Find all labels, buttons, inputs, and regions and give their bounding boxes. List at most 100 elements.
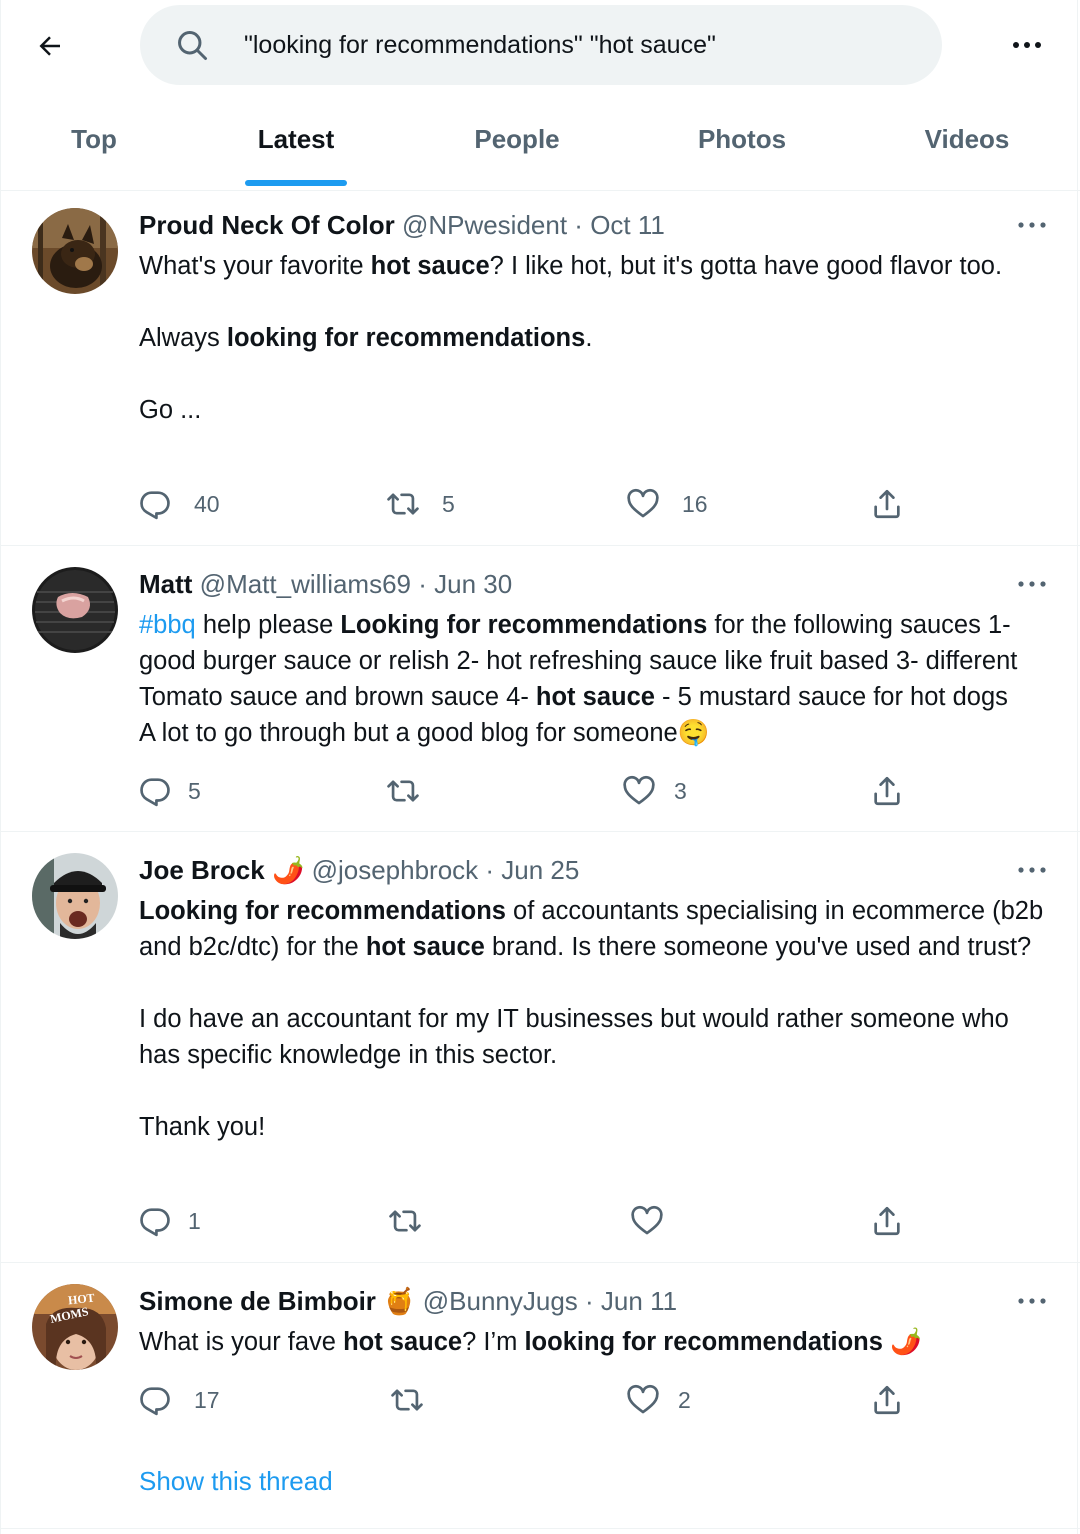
separator-dot: · [478,855,502,885]
like-button[interactable]: 2 [626,1380,691,1420]
share-button[interactable] [870,484,904,524]
reply-button[interactable]: 40 [138,484,220,524]
like-icon [627,1384,659,1414]
tab-people[interactable]: People [452,100,582,190]
back-button[interactable] [28,24,72,68]
highlight-term: hot sauce [343,1328,463,1356]
highlight-term: hot sauce [365,933,485,961]
tweet-header: Joe Brock 🌶️ @josephbrock · Jun 25 [139,855,579,886]
tweet-more-button[interactable] [1010,569,1054,599]
tweet-more-button[interactable] [1010,210,1054,240]
retweet-count: 5 [442,490,455,517]
tweet[interactable]: Proud Neck Of Color @NPwesident · Oct 11… [0,190,1080,546]
dog-photo [32,208,118,294]
tweet-text: What's your favorite hot sauce? I like h… [139,248,1044,428]
tweet-text: Looking for recommendations of accountan… [139,893,1044,1145]
author-name[interactable]: Matt [139,569,192,599]
tweet-date[interactable]: Jun 30 [434,569,512,599]
avatar[interactable]: HOT MOMS [32,1284,118,1370]
like-button[interactable]: 3 [622,771,687,811]
tweet[interactable]: Matt @Matt_williams69 · Jun 30 #bbq help… [0,545,1080,832]
reply-icon [140,491,170,520]
more-options-button[interactable] [1004,22,1050,68]
tweet-header: Matt @Matt_williams69 · Jun 30 [139,569,512,600]
tweet[interactable]: HOT MOMS Simone de Bimboir 🍯 @BunnyJugs … [0,1262,1080,1529]
retweet-button[interactable] [386,771,442,811]
share-button[interactable] [870,1201,904,1241]
tab-label: Videos [924,124,1010,154]
hashtag-link[interactable]: #bbq [139,611,196,639]
separator-dot: · [411,569,435,599]
like-icon [627,488,659,518]
reply-icon [140,778,170,807]
author-handle[interactable]: @Matt_williams69 [200,569,411,599]
reply-button[interactable]: 5 [138,771,201,811]
drooling-face-emoji: 🤤 [677,719,710,747]
tweet-date[interactable]: Jun 25 [501,855,579,885]
tweet-date[interactable]: Oct 11 [590,210,665,240]
share-button[interactable] [870,771,904,811]
retweet-button[interactable]: 5 [386,484,455,524]
search-input[interactable] [244,19,904,71]
tweet-text: What is your fave hot sauce? I’m looking… [139,1324,1044,1360]
search-box[interactable] [140,5,942,85]
tweet-more-button[interactable] [1010,1286,1054,1316]
author-name[interactable]: Joe Brock [139,855,265,885]
author-name[interactable]: Proud Neck Of Color [139,210,395,240]
avatar[interactable] [32,567,118,653]
like-count: 2 [678,1386,691,1413]
tab-videos[interactable]: Videos [900,100,1034,190]
separator-dot: · [567,210,591,240]
avatar[interactable] [32,853,118,939]
reply-button[interactable]: 17 [138,1380,220,1420]
show-thread-link[interactable]: Show this thread [139,1466,333,1497]
chili-pepper-emoji: 🌶️ [271,855,305,885]
text: ? I like hot, but it's gotta have good f… [489,252,1003,280]
reply-button[interactable]: 1 [138,1201,201,1241]
author-handle[interactable]: @NPwesident [402,210,567,240]
retweet-icon [387,780,419,802]
more-icon [1018,222,1046,228]
chili-pepper-emoji: 🌶️ [882,1328,922,1356]
tab-latest[interactable]: Latest [236,100,356,190]
retweet-button[interactable] [388,1201,444,1241]
more-icon [1018,1298,1046,1304]
like-button[interactable]: 16 [626,484,708,524]
tweet[interactable]: Joe Brock 🌶️ @josephbrock · Jun 25 Looki… [0,831,1080,1263]
tweet-header: Simone de Bimboir 🍯 @BunnyJugs · Jun 11 [139,1286,677,1317]
tab-label: Latest [257,124,335,154]
tweet-actions: 1 [0,1201,1080,1241]
search-header: Top Latest People Photos Videos [0,0,1080,191]
tweet-more-button[interactable] [1010,855,1054,885]
tweet-date[interactable]: Jun 11 [601,1286,677,1316]
tab-top[interactable]: Top [34,100,154,190]
text: Go ... [139,396,202,424]
honey-pot-emoji: 🍯 [383,1286,416,1316]
text: brand. Is there someone you've used and … [484,933,1032,961]
reply-count: 5 [188,777,201,804]
text: Always [139,324,227,352]
tweet-actions: 17 2 [0,1380,1080,1420]
avatar[interactable] [32,208,118,294]
like-count: 16 [682,490,708,517]
tweet-actions: 5 3 [0,771,1080,811]
tab-photos[interactable]: Photos [676,100,808,190]
like-button[interactable] [630,1201,686,1241]
author-handle[interactable]: @BunnyJugs [423,1286,578,1316]
retweet-icon [387,493,419,515]
search-tabs: Top Latest People Photos Videos [0,100,1080,190]
highlight-term: hot sauce [370,252,490,280]
author-handle[interactable]: @josephbrock [312,855,479,885]
more-icon [1013,42,1041,48]
author-name[interactable]: Simone de Bimboir [139,1286,376,1316]
more-icon [1018,867,1046,873]
share-button[interactable] [870,1380,904,1420]
tab-label: People [474,124,560,154]
retweet-button[interactable] [390,1380,446,1420]
text: What's your favorite [139,252,371,280]
reply-count: 1 [188,1207,201,1234]
highlight-term: hot sauce [535,683,655,711]
back-arrow-icon [39,36,60,56]
share-icon [874,776,900,806]
highlight-term: looking for recommendations [226,324,586,352]
